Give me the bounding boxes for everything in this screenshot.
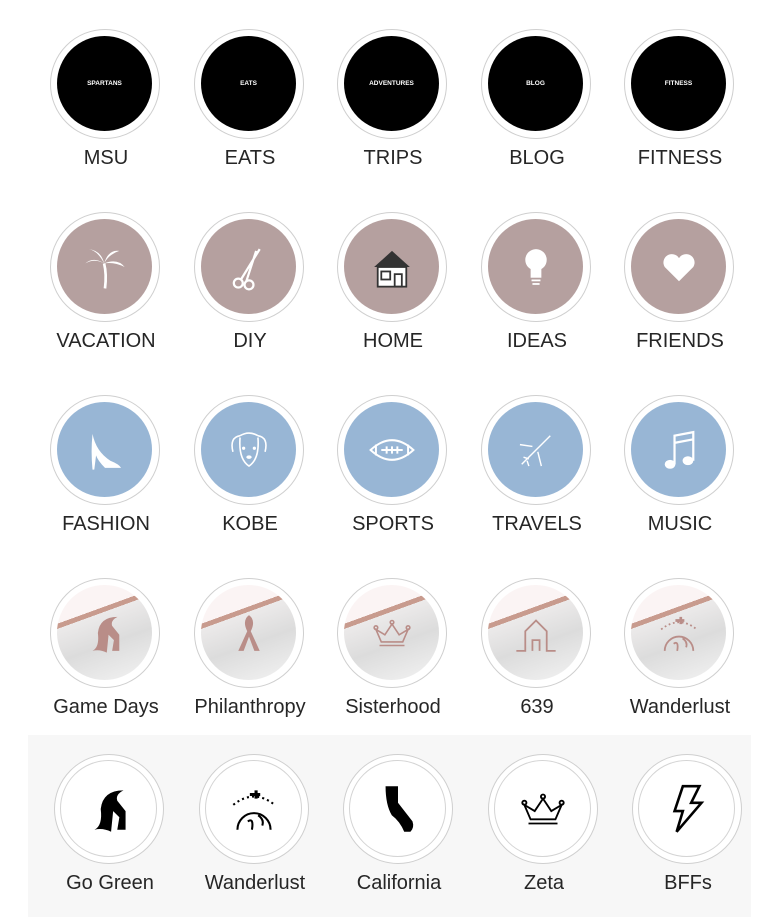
highlight-label: MUSIC — [647, 513, 713, 535]
highlight-cover: ADVENTURES — [344, 36, 439, 131]
highlight-cover-ring[interactable] — [50, 212, 160, 322]
highlight-cover-ring[interactable]: SPARTANS — [50, 29, 160, 139]
highlight-label: FITNESS — [637, 147, 723, 169]
highlight-cover — [60, 760, 157, 857]
heart-icon — [662, 253, 695, 281]
highlight-cover-ring[interactable] — [488, 754, 598, 864]
highlight-cover — [488, 585, 583, 680]
highlight-cover-ring[interactable] — [337, 395, 447, 505]
cover-text: EATS — [240, 80, 257, 87]
highlight-cover — [344, 402, 439, 497]
highlight-cover-ring[interactable] — [481, 212, 591, 322]
highlight-cover — [201, 219, 296, 314]
highlight-cover — [494, 760, 591, 857]
house-icon — [373, 250, 410, 288]
highlight-cover — [57, 585, 152, 680]
highlight-cover-ring[interactable] — [337, 578, 447, 688]
ribbon-icon — [237, 614, 260, 651]
dog-icon — [230, 431, 267, 467]
crown-icon — [520, 793, 565, 824]
highlight-cover-ring[interactable]: ADVENTURES — [337, 29, 447, 139]
globe-plane-icon — [660, 616, 697, 651]
highlight-cover-ring[interactable]: EATS — [194, 29, 304, 139]
highlight-label: FRIENDS — [636, 330, 724, 352]
highlight-cover-ring[interactable] — [54, 754, 164, 864]
highlight-cover — [201, 402, 296, 497]
highlight-cover — [631, 402, 726, 497]
highlight-cover-ring[interactable] — [194, 395, 304, 505]
highlight-cover — [631, 585, 726, 680]
cover-text: FITNESS — [664, 80, 693, 87]
highlight-cover: FITNESS — [631, 36, 726, 131]
california-icon — [385, 785, 413, 832]
crown-icon — [372, 619, 411, 646]
highlight-cover-ring[interactable] — [199, 754, 309, 864]
highlight-cover-ring[interactable] — [50, 395, 160, 505]
cover-text: BLOG — [526, 80, 545, 87]
cover-text: ADVENTURES — [369, 80, 414, 87]
highlight-cover-ring[interactable] — [194, 578, 304, 688]
highlight-cover: EATS — [201, 36, 296, 131]
highlight-cover-ring[interactable] — [624, 212, 734, 322]
highlight-cover — [488, 402, 583, 497]
spartan-helmet-icon — [92, 616, 119, 653]
highlight-cover — [488, 219, 583, 314]
palm-tree-icon — [84, 248, 125, 289]
highlight-cover-ring[interactable] — [481, 578, 591, 688]
football-icon — [368, 438, 415, 461]
highlight-cover — [638, 760, 735, 857]
highlight-cover-ring[interactable] — [624, 395, 734, 505]
highlight-label: BFFs — [664, 872, 712, 894]
spartan-helmet-icon — [94, 789, 126, 832]
lightning-icon — [672, 784, 704, 833]
scissors-icon — [232, 248, 261, 290]
highlight-cover-ring[interactable]: BLOG — [481, 29, 591, 139]
highlight-cover — [344, 219, 439, 314]
highlight-cover-ring[interactable] — [343, 754, 453, 864]
lightbulb-icon — [524, 248, 547, 285]
house-outline-icon — [515, 618, 556, 652]
music-note-icon — [664, 430, 694, 469]
highlight-cover — [344, 585, 439, 680]
highlight-label: Wanderlust — [629, 696, 731, 718]
globe-plane-icon — [232, 789, 275, 830]
highlight-cover: SPARTANS — [57, 36, 152, 131]
highlight-cover-ring[interactable]: FITNESS — [624, 29, 734, 139]
highlight-cover-ring[interactable] — [481, 395, 591, 505]
highlight-cover — [349, 760, 446, 857]
highlight-cover — [631, 219, 726, 314]
highlight-cover-ring[interactable] — [194, 212, 304, 322]
airplane-icon — [519, 434, 551, 466]
highlight-cover — [57, 219, 152, 314]
highlight-cover — [205, 760, 302, 857]
high-heel-icon — [91, 433, 121, 470]
highlight-cover-ring[interactable] — [632, 754, 742, 864]
highlight-cover-ring[interactable] — [50, 578, 160, 688]
highlight-cover — [201, 585, 296, 680]
highlight-cover-ring[interactable] — [624, 578, 734, 688]
highlight-cover-ring[interactable] — [337, 212, 447, 322]
cover-text: SPARTANS — [87, 80, 122, 87]
highlight-cover: BLOG — [488, 36, 583, 131]
highlight-cover — [57, 402, 152, 497]
